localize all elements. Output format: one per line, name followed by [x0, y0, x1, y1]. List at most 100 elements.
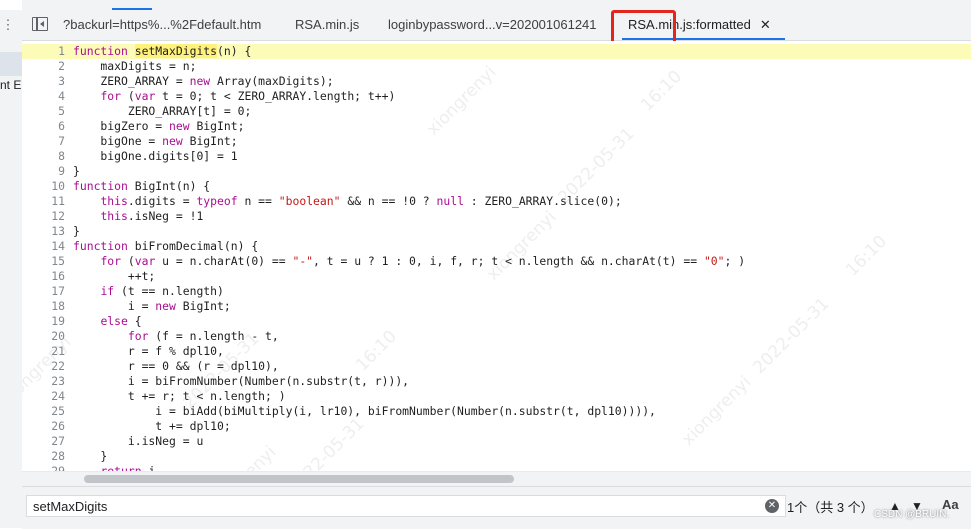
code-text[interactable]: for (f = n.length - t, — [73, 329, 279, 344]
code-text[interactable]: r = f % dpl10, — [73, 344, 224, 359]
line-number[interactable]: 20 — [22, 329, 65, 344]
code-line[interactable]: 10 function BigInt(n) { — [22, 179, 971, 194]
code-text[interactable]: i = biFromNumber(Number(n.substr(t, r)))… — [73, 374, 409, 389]
line-number[interactable]: 19 — [22, 314, 65, 329]
code-text[interactable]: function BigInt(n) { — [73, 179, 210, 194]
line-number[interactable]: 2 — [22, 59, 65, 74]
code-text[interactable]: r == 0 && (r = dpl10), — [73, 359, 279, 374]
line-number[interactable]: 15 — [22, 254, 65, 269]
code-line[interactable]: 6 bigZero = new BigInt; — [22, 119, 971, 134]
line-number[interactable]: 16 — [22, 269, 65, 284]
code-line[interactable]: 2 maxDigits = n; — [22, 59, 971, 74]
line-number[interactable]: 23 — [22, 374, 65, 389]
code-line[interactable]: 25 i = biAdd(biMultiply(i, lr10), biFrom… — [22, 404, 971, 419]
code-line[interactable]: 11 this.digits = typeof n == "boolean" &… — [22, 194, 971, 209]
code-text[interactable]: } — [73, 224, 80, 239]
code-text[interactable]: t += r; t < n.length; ) — [73, 389, 286, 404]
code-line[interactable]: 22 r == 0 && (r = dpl10), — [22, 359, 971, 374]
tab-label: RSA.min.js — [295, 17, 360, 32]
toggle-navigator-icon[interactable] — [32, 17, 48, 31]
line-number[interactable]: 26 — [22, 419, 65, 434]
tab-label: ?backurl=https%...%2Fdefault.htm — [63, 17, 262, 32]
code-line[interactable]: 18 i = new BigInt; — [22, 299, 971, 314]
close-tab-icon[interactable]: ✕ — [760, 17, 771, 32]
code-text[interactable]: i.isNeg = u — [73, 434, 203, 449]
editor-tab-bar: ?backurl=https%...%2Fdefault.htm RSA.min… — [22, 10, 971, 41]
code-text[interactable]: ZERO_ARRAY[t] = 0; — [73, 104, 251, 119]
line-number[interactable]: 12 — [22, 209, 65, 224]
line-number[interactable]: 28 — [22, 449, 65, 464]
code-line[interactable]: 9} — [22, 164, 971, 179]
tab-backurl[interactable]: ?backurl=https%...%2Fdefault.htm — [63, 10, 261, 40]
tab-label: loginbypassword...v=202001061241 — [388, 17, 597, 32]
code-line[interactable]: 15 for (var u = n.charAt(0) == "-", t = … — [22, 254, 971, 269]
code-text[interactable]: ++t; — [73, 269, 155, 284]
code-line[interactable]: 28 } — [22, 449, 971, 464]
code-text[interactable]: ZERO_ARRAY = new Array(maxDigits); — [73, 74, 333, 89]
code-text[interactable]: function biFromDecimal(n) { — [73, 239, 258, 254]
code-line[interactable]: 23 i = biFromNumber(Number(n.substr(t, r… — [22, 374, 971, 389]
more-options-icon[interactable]: ⋮ — [0, 18, 16, 32]
code-line[interactable]: 4 for (var t = 0; t < ZERO_ARRAY.length;… — [22, 89, 971, 104]
line-number[interactable]: 3 — [22, 74, 65, 89]
code-line[interactable]: 24 t += r; t < n.length; ) — [22, 389, 971, 404]
code-line[interactable]: 8 bigOne.digits[0] = 1 — [22, 149, 971, 164]
line-number[interactable]: 25 — [22, 404, 65, 419]
line-number[interactable]: 6 — [22, 119, 65, 134]
code-text[interactable]: i = biAdd(biMultiply(i, lr10), biFromNum… — [73, 404, 656, 419]
code-text[interactable]: for (var t = 0; t < ZERO_ARRAY.length; t… — [73, 89, 395, 104]
code-line[interactable]: 7 bigOne = new BigInt; — [22, 134, 971, 149]
code-text[interactable]: bigOne = new BigInt; — [73, 134, 237, 149]
line-number[interactable]: 22 — [22, 359, 65, 374]
tab-loginbypassword[interactable]: loginbypassword...v=202001061241 — [388, 10, 597, 40]
line-number[interactable]: 9 — [22, 164, 65, 179]
code-line[interactable]: 19 else { — [22, 314, 971, 329]
code-text[interactable]: maxDigits = n; — [73, 59, 196, 74]
code-text[interactable]: function setMaxDigits(n) { — [73, 44, 251, 59]
code-line[interactable]: 12 this.isNeg = !1 — [22, 209, 971, 224]
line-number[interactable]: 27 — [22, 434, 65, 449]
code-line[interactable]: 20 for (f = n.length - t, — [22, 329, 971, 344]
line-number[interactable]: 4 — [22, 89, 65, 104]
line-number[interactable]: 7 — [22, 134, 65, 149]
scrollbar-thumb[interactable] — [84, 475, 514, 483]
code-line[interactable]: 21 r = f % dpl10, — [22, 344, 971, 359]
code-text[interactable]: this.isNeg = !1 — [73, 209, 203, 224]
line-number[interactable]: 21 — [22, 344, 65, 359]
line-number[interactable]: 13 — [22, 224, 65, 239]
code-line[interactable]: 13} — [22, 224, 971, 239]
clear-search-icon[interactable]: ✕ — [765, 499, 779, 513]
left-panel-selected-row[interactable] — [0, 52, 22, 76]
line-number[interactable]: 10 — [22, 179, 65, 194]
line-number[interactable]: 24 — [22, 389, 65, 404]
code-line[interactable]: 3 ZERO_ARRAY = new Array(maxDigits); — [22, 74, 971, 89]
line-number[interactable]: 14 — [22, 239, 65, 254]
code-editor[interactable]: 1 function setMaxDigits(n) {2 maxDigits =… — [22, 41, 971, 485]
search-input[interactable]: setMaxDigits — [26, 495, 786, 517]
line-number[interactable]: 18 — [22, 299, 65, 314]
tab-rsa-min-js[interactable]: RSA.min.js — [295, 10, 359, 40]
code-text[interactable]: this.digits = typeof n == "boolean" && n… — [73, 194, 621, 209]
code-text[interactable]: } — [73, 449, 107, 464]
code-text[interactable]: else { — [73, 314, 141, 329]
code-text[interactable]: bigZero = new BigInt; — [73, 119, 244, 134]
code-line[interactable]: 1 function setMaxDigits(n) { — [22, 44, 971, 59]
code-line[interactable]: 14 function biFromDecimal(n) { — [22, 239, 971, 254]
code-text[interactable]: for (var u = n.charAt(0) == "-", t = u ?… — [73, 254, 745, 269]
horizontal-scrollbar[interactable] — [22, 471, 971, 486]
code-text[interactable]: } — [73, 164, 80, 179]
code-line[interactable]: 5 ZERO_ARRAY[t] = 0; — [22, 104, 971, 119]
code-text[interactable]: if (t == n.length) — [73, 284, 223, 299]
line-number[interactable]: 11 — [22, 194, 65, 209]
code-line[interactable]: 27 i.isNeg = u — [22, 434, 971, 449]
code-text[interactable]: bigOne.digits[0] = 1 — [73, 149, 237, 164]
code-text[interactable]: i = new BigInt; — [73, 299, 231, 314]
code-line[interactable]: 26 t += dpl10; — [22, 419, 971, 434]
code-text[interactable]: t += dpl10; — [73, 419, 230, 434]
line-number[interactable]: 17 — [22, 284, 65, 299]
line-number[interactable]: 1 — [22, 44, 65, 59]
line-number[interactable]: 5 — [22, 104, 65, 119]
line-number[interactable]: 8 — [22, 149, 65, 164]
code-line[interactable]: 17 if (t == n.length) — [22, 284, 971, 299]
code-line[interactable]: 16 ++t; — [22, 269, 971, 284]
